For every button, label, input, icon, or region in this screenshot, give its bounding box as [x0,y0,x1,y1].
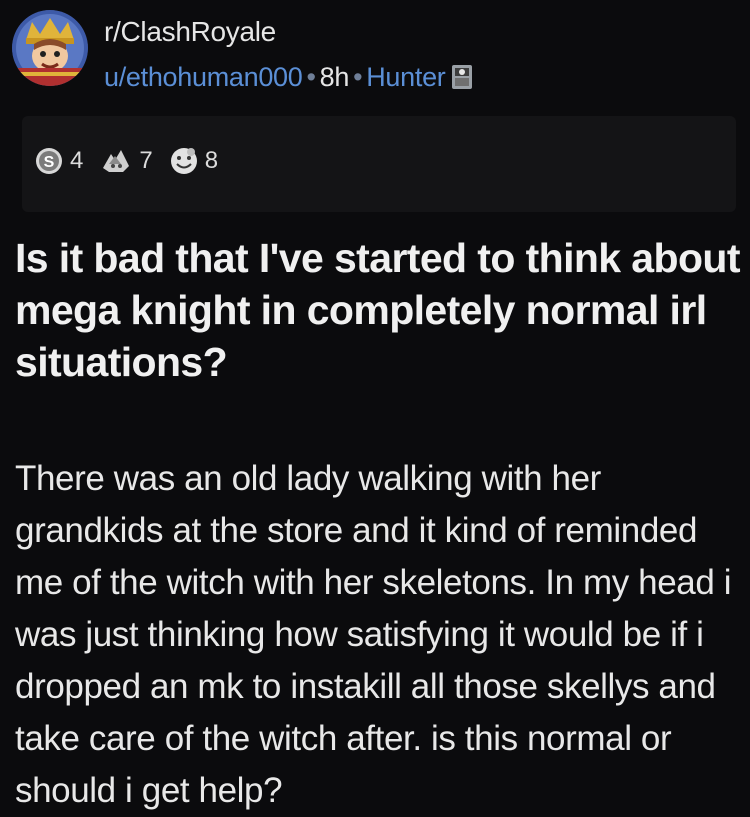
award-item[interactable]: 8 [169,146,218,176]
meta-separator: • [353,62,363,92]
wholesome-award-icon [170,148,197,174]
awards-bar: S 4 7 8 [22,116,736,212]
award-item[interactable]: S 4 [34,146,83,176]
awards-list: S 4 7 8 [34,146,226,176]
subreddit-avatar[interactable] [12,10,88,86]
subreddit-name[interactable]: r/ClashRoyale [104,16,276,48]
clash-royale-avatar-icon [12,10,88,86]
svg-text:S: S [44,154,55,171]
flair-icon [451,64,473,90]
post-body: There was an old lady walking with her g… [15,459,732,810]
silver-award-icon: S [36,148,62,174]
meta-separator: • [306,62,316,92]
award-item[interactable]: 7 [99,146,153,176]
award-count: 7 [139,147,153,174]
award-count: 4 [70,147,84,174]
user-flair: Hunter [366,62,446,92]
award-count: 8 [204,147,219,174]
post-meta: u/ethohuman000 • 8h • Hunter [104,62,473,93]
post-title[interactable]: Is it bad that I've started to think abo… [15,232,741,388]
author-link[interactable]: u/ethohuman000 [104,62,303,92]
reddit-post-screenshot: r/ClashRoyale u/ethohuman000 • 8h • Hunter S [0,0,750,810]
post-header: r/ClashRoyale u/ethohuman000 • 8h • Hunter [12,6,732,102]
helpful-award-icon [103,150,130,172]
post-age: 8h [319,62,350,92]
